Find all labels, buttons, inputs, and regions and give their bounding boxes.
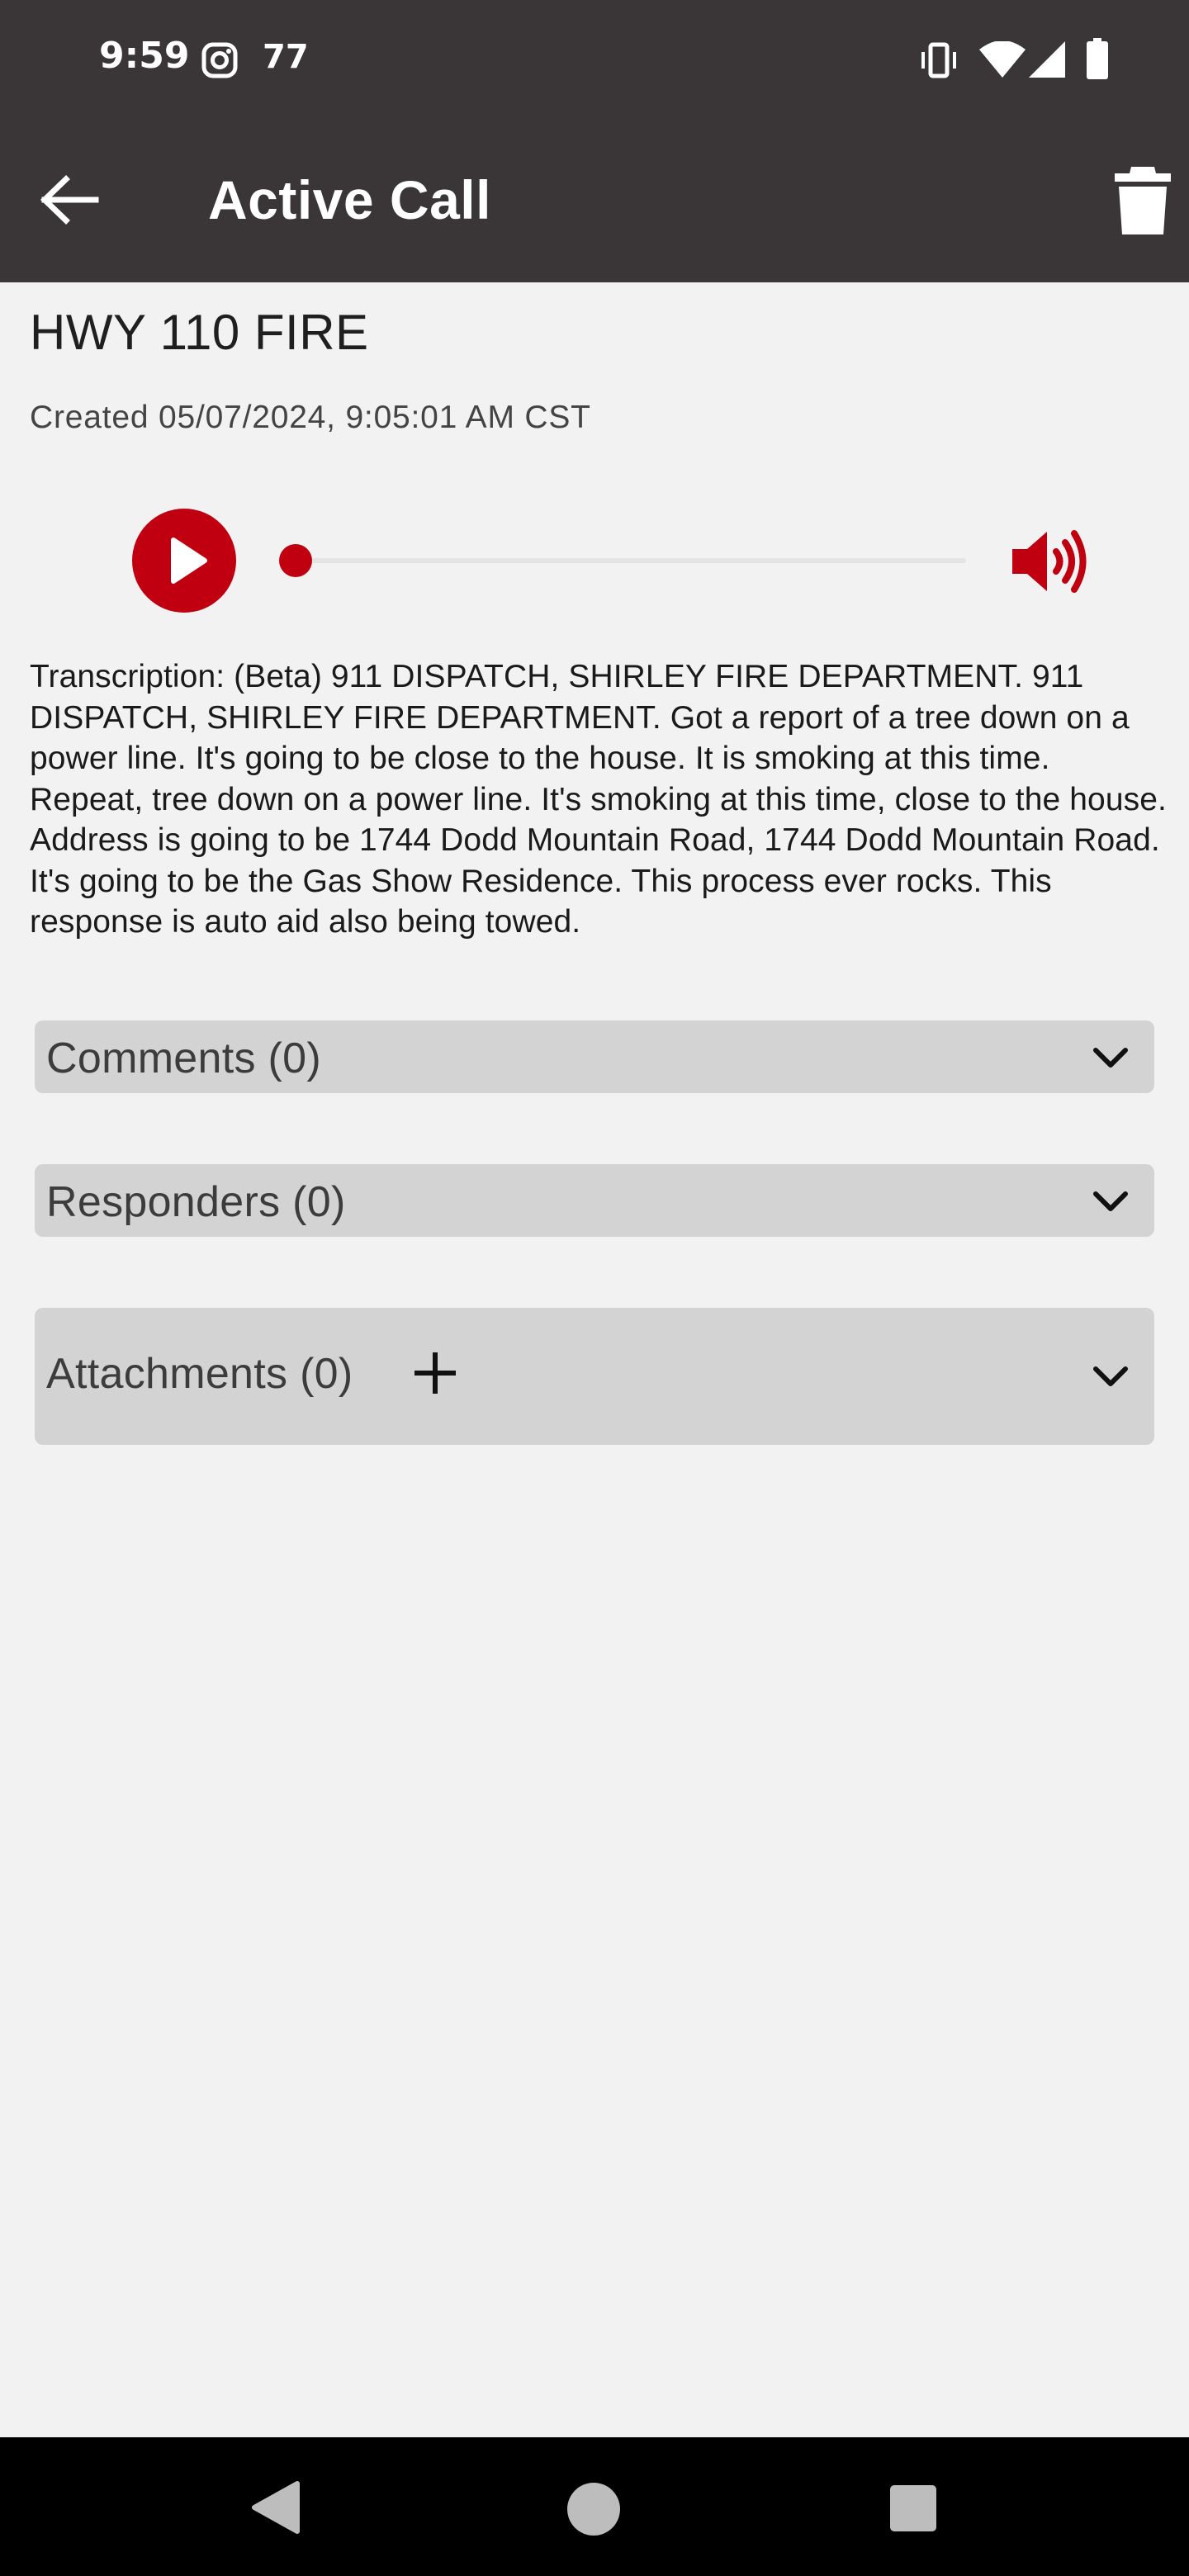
app-bar: Active Call [0, 117, 1189, 282]
comments-label: Comments (0) [46, 1035, 321, 1082]
audio-progress-thumb[interactable] [279, 544, 312, 577]
responders-section[interactable]: Responders (0) [35, 1164, 1154, 1237]
add-attachment-icon[interactable] [406, 1344, 464, 1402]
attachments-section[interactable]: Attachments (0) [35, 1308, 1154, 1445]
responders-label: Responders (0) [46, 1178, 346, 1226]
chevron-down-icon [1093, 1048, 1128, 1068]
attachments-label: Attachments (0) [46, 1350, 353, 1398]
nav-back-icon[interactable] [248, 2479, 304, 2536]
status-time: 9:59 [99, 35, 190, 77]
trash-icon[interactable] [1111, 163, 1174, 236]
notification-count: 77 [263, 38, 309, 76]
volume-icon[interactable] [1009, 527, 1088, 596]
page-title: Active Call [208, 169, 491, 230]
system-nav-bar [0, 2437, 1189, 2576]
nav-home-icon[interactable] [566, 2482, 621, 2536]
call-title: HWY 110 FIRE [30, 305, 369, 360]
play-icon [171, 537, 207, 584]
audio-progress-track[interactable] [296, 558, 966, 563]
wifi-icon [979, 41, 1026, 78]
chevron-down-icon [1093, 1191, 1128, 1211]
play-button[interactable] [132, 509, 236, 613]
comments-section[interactable]: Comments (0) [35, 1020, 1154, 1093]
battery-icon [1087, 38, 1108, 79]
instagram-icon [201, 42, 238, 78]
nav-recents-icon[interactable] [890, 2485, 936, 2531]
created-timestamp: Created 05/07/2024, 9:05:01 AM CST [30, 400, 591, 435]
arrow-left-icon[interactable] [33, 167, 106, 233]
signal-icon [1029, 41, 1065, 78]
status-bar: 9:59 77 [0, 0, 1189, 117]
transcription-text: Transcription: (Beta) 911 DISPATCH, SHIR… [30, 659, 1167, 940]
audio-player [0, 495, 1189, 627]
vibrate-icon [921, 42, 956, 78]
chevron-down-icon [1093, 1366, 1128, 1386]
